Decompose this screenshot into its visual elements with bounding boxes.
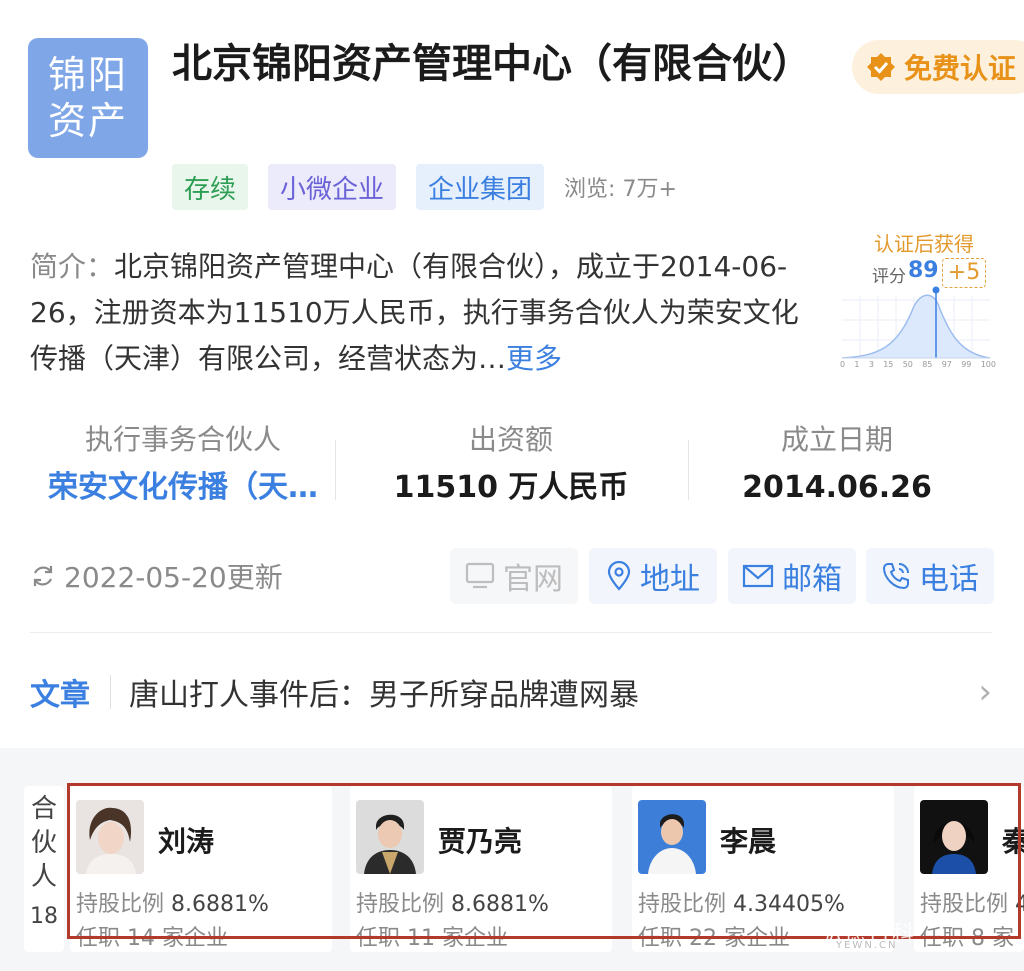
score-title: 认证后获得 — [874, 232, 974, 256]
share-label: 持股比例 — [638, 892, 727, 917]
refresh-icon — [33, 566, 53, 586]
stat-divider — [335, 440, 336, 500]
axis-tick: 99 — [961, 360, 972, 369]
stat-value[interactable]: 荣安文化传播（天… — [18, 460, 348, 516]
partner-card[interactable]: 秦 持股比例 4 任职 8 家 — [914, 786, 1024, 952]
tag-group[interactable]: 企业集团 — [416, 164, 545, 210]
share-label: 持股比例 — [76, 892, 165, 917]
phone-button[interactable]: 电话 — [866, 548, 994, 604]
stat-founded: 成立日期 2014.06.26 — [672, 420, 1002, 516]
article-label: 文章 — [30, 678, 90, 713]
logo-line-2: 资产 — [47, 99, 128, 143]
partners-label-char: 人 — [30, 862, 57, 892]
article-row[interactable]: 文章 唐山打人事件后：男子所穿品牌遭网暴 › — [30, 662, 992, 722]
axis-tick: 85 — [922, 360, 933, 369]
action-label: 官网 — [503, 562, 563, 597]
action-label: 地址 — [640, 562, 700, 597]
score-axis-labels: 0 1 3 15 50 85 97 99 100 — [840, 360, 996, 369]
action-label: 电话 — [919, 562, 979, 597]
partner-card[interactable]: 贾乃亮 持股比例 8.6881% 任职 11 家企业 — [350, 786, 612, 952]
avatar — [638, 800, 706, 874]
axis-tick: 50 — [902, 360, 913, 369]
intro-more-link[interactable]: 更多 — [506, 342, 562, 375]
partner-share: 持股比例 4 — [920, 886, 1024, 918]
partners-label-char: 伙 — [30, 828, 57, 858]
axis-tick: 3 — [868, 360, 874, 369]
partner-positions: 任职 11 家企业 — [356, 926, 508, 951]
partners-label-char: 合 — [30, 794, 57, 824]
partner-share: 持股比例 8.6881% — [76, 886, 269, 918]
chevron-right-icon[interactable]: › — [978, 672, 992, 712]
article-title[interactable]: 唐山打人事件后：男子所穿品牌遭网暴 — [129, 670, 978, 714]
partner-card[interactable]: 刘涛 持股比例 8.6881% 任职 14 家企业 — [70, 786, 332, 952]
axis-tick: 0 — [840, 360, 846, 369]
share-label: 持股比例 — [356, 892, 445, 917]
avatar — [76, 800, 144, 874]
share-value: 4 — [1015, 892, 1024, 917]
share-value: 8.6881% — [171, 892, 269, 917]
intro-label: 简介： — [30, 250, 115, 283]
partner-name[interactable]: 秦 — [1002, 820, 1024, 860]
stat-label: 执行事务合伙人 — [84, 423, 281, 456]
stat-label: 出资额 — [468, 423, 553, 456]
key-stats: 执行事务合伙人 荣安文化传播（天… 出资额 11510 万人民币 成立日期 20… — [0, 420, 1024, 530]
update-info[interactable]: 2022-05-20更新 — [30, 556, 283, 596]
tag-scale[interactable]: 小微企业 — [268, 164, 397, 210]
location-pin-icon — [607, 561, 631, 591]
share-value: 4.34405% — [733, 892, 845, 917]
axis-tick: 100 — [980, 360, 996, 369]
partner-positions: 任职 14 家企业 — [76, 926, 228, 951]
intro-text: 北京锦阳资产管理中心（有限合伙），成立于2014-06-26，注册资本为1151… — [30, 250, 799, 375]
score-bonus: +5 — [942, 258, 986, 288]
axis-tick: 15 — [883, 360, 894, 369]
address-button[interactable]: 地址 — [589, 548, 717, 604]
stat-managing-partner[interactable]: 执行事务合伙人 荣安文化传播（天… — [18, 420, 348, 516]
partner-name[interactable]: 刘涛 — [158, 820, 214, 860]
partners-count: 18 — [30, 904, 58, 929]
partner-share: 持股比例 8.6881% — [356, 886, 549, 918]
partner-positions: 任职 22 家企业 — [638, 926, 790, 951]
partners-side-label[interactable]: 合 伙 人 18 — [24, 786, 64, 952]
phone-icon — [882, 563, 909, 590]
share-label: 持股比例 — [920, 892, 1009, 917]
score-label: 评分 — [872, 267, 906, 287]
partner-share: 持股比例 4.34405% — [638, 886, 845, 918]
score-value: 89 — [908, 258, 939, 283]
stat-capital: 出资额 11510 万人民币 — [346, 420, 676, 516]
free-certification-button[interactable]: 免费认证 — [852, 40, 1024, 94]
cert-label: 免费认证 — [904, 52, 1017, 85]
company-intro: 简介：北京锦阳资产管理中心（有限合伙），成立于2014-06-26，注册资本为1… — [30, 244, 820, 382]
stat-value: 11510 万人民币 — [393, 470, 629, 505]
partner-name[interactable]: 贾乃亮 — [438, 820, 522, 860]
action-label: 邮箱 — [782, 562, 842, 597]
email-button[interactable]: 邮箱 — [728, 548, 856, 604]
share-value: 8.6881% — [451, 892, 549, 917]
stat-label: 成立日期 — [780, 423, 893, 456]
avatar — [920, 800, 988, 874]
logo-line-1: 锦阳 — [47, 53, 128, 97]
score-widget[interactable]: 认证后获得 评分 89 +5 0 1 3 15 50 85 97 99 100 — [838, 226, 998, 376]
monitor-icon — [465, 562, 495, 589]
stat-value: 2014.06.26 — [742, 470, 932, 505]
watermark-url: YEWN.CN — [836, 940, 898, 951]
view-count: 浏览: 7万+ — [564, 177, 677, 202]
verified-badge-icon — [867, 53, 895, 81]
section-divider — [30, 632, 992, 633]
update-date: 2022-05-20更新 — [64, 561, 283, 594]
axis-tick: 97 — [941, 360, 952, 369]
mail-icon — [742, 564, 774, 588]
avatar — [356, 800, 424, 874]
article-separator — [110, 675, 111, 709]
company-name: 北京锦阳资产管理中心（有限合伙） — [172, 41, 812, 87]
axis-tick: 1 — [854, 360, 860, 369]
tag-status[interactable]: 存续 — [172, 164, 249, 210]
partner-positions: 任职 8 家 — [920, 926, 1014, 951]
partner-name[interactable]: 李晨 — [720, 820, 776, 860]
website-button[interactable]: 官网 — [450, 548, 578, 604]
company-logo: 锦阳 资产 — [28, 38, 148, 158]
company-tags: 存续 小微企业 企业集团 浏览: 7万+ — [172, 164, 677, 210]
